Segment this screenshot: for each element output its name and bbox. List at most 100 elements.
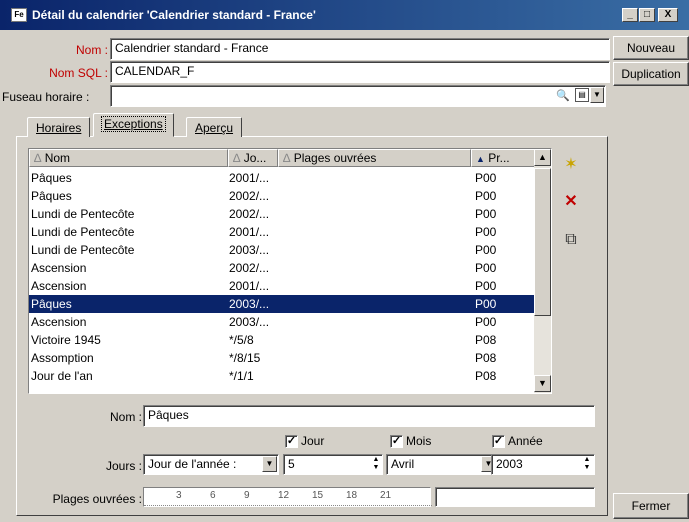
cell-nom: Lundi de Pentecôte	[31, 207, 135, 221]
mois-checkbox[interactable]: ✓	[390, 435, 403, 448]
cell-nom: Ascension	[31, 315, 87, 329]
cell-jour: 2002/...	[229, 189, 270, 203]
sort-icon: ∆	[34, 151, 42, 165]
header-jour[interactable]: ∆ Jo...	[228, 149, 278, 167]
annee-field[interactable]: 2003	[491, 454, 595, 475]
nom-field[interactable]: Calendrier standard - France	[110, 38, 610, 60]
table-row[interactable]: Victoire 1945 */5/8 P08	[29, 331, 534, 349]
cell-pr: P00	[475, 297, 497, 311]
table-row[interactable]: Ascension 2001/... P00	[29, 277, 534, 295]
detail-nom-label: Nom :	[109, 410, 142, 424]
cell-jour: 2002/...	[229, 207, 270, 221]
cell-nom: Ascension	[31, 261, 87, 275]
cell-pr: P00	[475, 225, 497, 239]
table-row[interactable]: Pâques 2002/... P00	[29, 187, 534, 205]
maximize-button[interactable]: □	[639, 8, 655, 22]
nouveau-button[interactable]: Nouveau	[613, 36, 689, 60]
cell-jour: */5/8	[229, 333, 254, 347]
ruler-tick-label: 21	[380, 490, 392, 501]
cell-jour: 2001/...	[229, 279, 270, 293]
plages-ruler[interactable]: 3 6 9 12 15 18 21	[143, 487, 432, 507]
cell-nom: Lundi de Pentecôte	[31, 225, 135, 239]
duplicate-record-icon[interactable]: ⧉	[561, 230, 581, 250]
table-row[interactable]: Pâques 2001/... P00	[29, 169, 534, 187]
tab-exceptions[interactable]: Exceptions	[93, 113, 174, 137]
minimize-button[interactable]: _	[622, 8, 638, 22]
cell-jour: 2003/...	[229, 243, 270, 257]
close-button[interactable]: X	[658, 8, 678, 22]
ruler-tick-label: 15	[312, 490, 324, 501]
ruler-tick-label: 12	[278, 490, 290, 501]
detail-nom-field[interactable]: Pâques	[143, 405, 595, 427]
cell-pr: P00	[475, 243, 497, 257]
jour-value-field[interactable]: 5	[283, 454, 383, 475]
title-bar: Fe Détail du calendrier 'Calendrier stan…	[0, 0, 689, 30]
ruler-tick-label: 3	[176, 490, 182, 501]
fuseau-label: Fuseau horaire :	[2, 90, 90, 104]
cell-pr: P00	[475, 189, 497, 203]
table-row[interactable]: Ascension 2003/... P00	[29, 313, 534, 331]
cell-jour: 2003/...	[229, 297, 270, 311]
cell-pr: P08	[475, 333, 497, 347]
header-nom[interactable]: ∆ Nom	[29, 149, 228, 167]
app-icon: Fe	[11, 8, 27, 22]
cell-pr: P00	[475, 261, 497, 275]
cell-pr: P00	[475, 207, 497, 221]
ruler-tick-label: 9	[244, 490, 250, 501]
annee-checkbox[interactable]: ✓	[492, 435, 505, 448]
nom-label: Nom :	[75, 43, 108, 57]
cell-pr: P00	[475, 171, 497, 185]
ruler-tick-label: 18	[346, 490, 358, 501]
cell-jour: 2001/...	[229, 171, 270, 185]
header-pr[interactable]: ▲ Pr...	[471, 149, 535, 167]
table-row[interactable]: Pâques 2003/... P00	[29, 295, 534, 313]
table-row[interactable]: Ascension 2002/... P00	[29, 259, 534, 277]
table-row[interactable]: Jour de l'an */1/1 P08	[29, 367, 534, 385]
tab-exceptions-label: Exceptions	[101, 116, 166, 132]
plages-value-field[interactable]	[435, 487, 595, 507]
cell-nom: Pâques	[31, 189, 72, 203]
fermer-button[interactable]: Fermer	[613, 493, 689, 519]
table-row[interactable]: Lundi de Pentecôte 2003/... P00	[29, 241, 534, 259]
delete-record-icon[interactable]: ✕	[561, 192, 581, 212]
table-row[interactable]: Lundi de Pentecôte 2001/... P00	[29, 223, 534, 241]
annee-spinner[interactable]: ▲ ▼	[582, 456, 592, 472]
scroll-up-button[interactable]: ▲	[534, 149, 551, 166]
exceptions-list[interactable]: ∆ Nom ∆ Jo... ∆ Plages ouvrées ▲ Pr... P…	[28, 148, 552, 394]
nomsql-label: Nom SQL :	[49, 66, 108, 80]
jour-spinner[interactable]: ▲ ▼	[371, 456, 381, 472]
fuseau-dropdown-button[interactable]: ▼	[590, 87, 604, 103]
new-record-icon[interactable]: ✶	[561, 155, 581, 175]
sort-icon: ▲	[476, 154, 485, 164]
scroll-thumb[interactable]	[534, 168, 551, 316]
sort-icon: ∆	[233, 151, 241, 165]
table-row[interactable]: Lundi de Pentecôte 2002/... P00	[29, 205, 534, 223]
cell-nom: Ascension	[31, 279, 87, 293]
ruler-tick-label: 6	[210, 490, 216, 501]
header-pr-label: Pr...	[488, 151, 510, 165]
cell-pr: P00	[475, 315, 497, 329]
jours-type-select[interactable]: Jour de l'année :	[143, 454, 279, 475]
scrollbar[interactable]: ▲ ▼	[534, 149, 551, 393]
nomsql-field[interactable]: CALENDAR_F	[110, 61, 610, 83]
cell-jour: */8/15	[229, 351, 261, 365]
tab-horaires[interactable]: Horaires	[27, 117, 91, 137]
cell-pr: P08	[475, 351, 497, 365]
details-icon[interactable]: ▤	[575, 88, 589, 102]
header-plages[interactable]: ∆ Plages ouvrées	[278, 149, 471, 167]
plages-label: Plages ouvrées :	[52, 492, 142, 506]
cell-nom: Pâques	[31, 297, 72, 311]
jours-type-dropdown[interactable]: ▼	[262, 456, 277, 472]
tab-apercu[interactable]: Aperçu	[186, 117, 243, 137]
jour-checkbox[interactable]: ✓	[285, 435, 298, 448]
cell-nom: Assomption	[31, 351, 94, 365]
header-nom-label: Nom	[44, 151, 71, 165]
fuseau-field[interactable]	[110, 85, 606, 107]
jours-label: Jours :	[105, 459, 142, 473]
search-icon[interactable]: 🔍	[556, 89, 570, 102]
cell-pr: P00	[475, 279, 497, 293]
cell-jour: 2003/...	[229, 315, 270, 329]
scroll-down-button[interactable]: ▼	[534, 375, 551, 392]
table-row[interactable]: Assomption */8/15 P08	[29, 349, 534, 367]
duplication-button[interactable]: Duplication	[613, 62, 689, 86]
